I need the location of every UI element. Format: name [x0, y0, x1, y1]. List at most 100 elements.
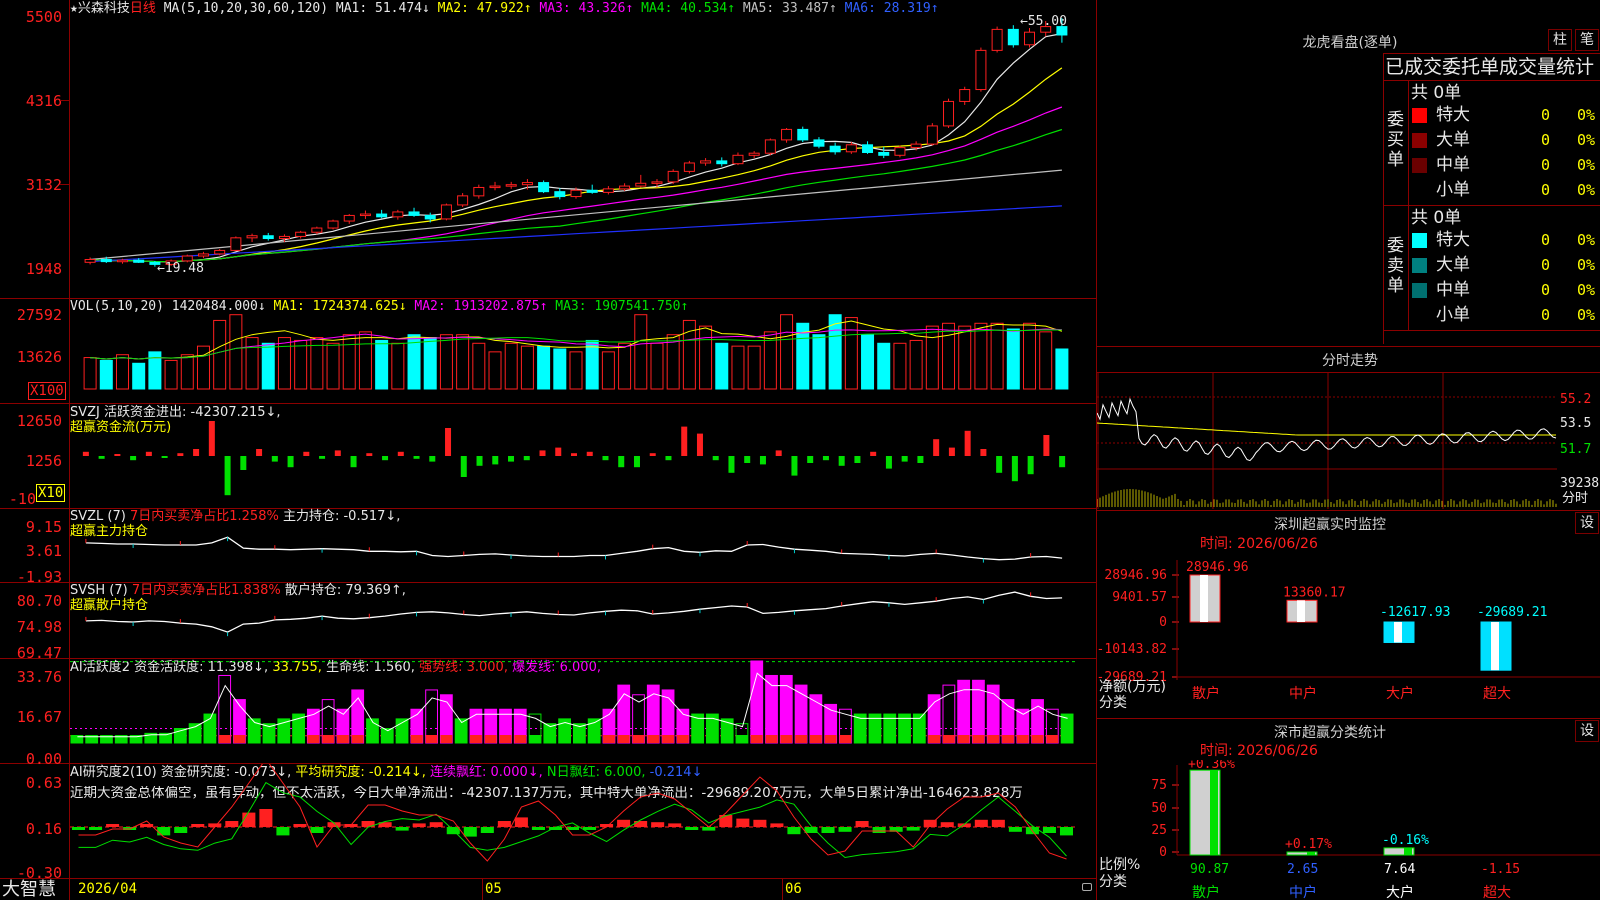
- classify-category-label: 中户: [1289, 884, 1317, 900]
- candle-body: [764, 139, 776, 154]
- money-flow-bar: [256, 449, 263, 456]
- money-flow-bar: [98, 456, 105, 459]
- research-bar: [395, 827, 409, 831]
- monitor-unit-label: 净额(万元): [1099, 679, 1166, 695]
- money-flow-bar: [145, 451, 152, 456]
- activity-base: [366, 735, 379, 743]
- intraday-title: 分时走势: [1322, 353, 1378, 369]
- activity-base: [780, 735, 793, 743]
- candle-body: [570, 189, 582, 198]
- money-flow-bar: [712, 456, 719, 461]
- money-flow-bar: [161, 456, 168, 458]
- candle-body: [538, 182, 550, 193]
- price-chart[interactable]: [70, 0, 1096, 298]
- money-flow-bar: [933, 439, 940, 456]
- research-bar: [634, 821, 648, 827]
- price-tick-3: 3132: [25, 176, 62, 194]
- low-marker-value: 19.48: [164, 261, 204, 276]
- activity-base: [455, 735, 468, 743]
- tick-view-button[interactable]: 笔: [1575, 29, 1599, 51]
- research-bar: [668, 823, 682, 827]
- candle-body: [84, 259, 96, 263]
- low-marker: ←19.48: [157, 261, 204, 276]
- svzj-chart[interactable]: [70, 404, 1096, 508]
- volume-bar: [958, 325, 972, 390]
- classify-y-tick: 75: [1151, 778, 1167, 793]
- ai1-tick-3: 0.00: [25, 750, 62, 768]
- research-bar: [770, 823, 784, 827]
- volume-bar: [1055, 348, 1069, 390]
- research-bar: [872, 827, 886, 833]
- money-flow-bar: [334, 450, 341, 456]
- candle-body: [619, 185, 631, 190]
- intraday-chart[interactable]: [1097, 373, 1557, 509]
- vol-unit-badge: X100: [28, 382, 66, 400]
- ai1-tick-2: 16.67: [16, 708, 62, 726]
- money-flow-bar: [948, 447, 955, 456]
- money-flow-bar: [602, 456, 609, 461]
- research-bar: [974, 819, 988, 827]
- classify-bar-accent: [1404, 847, 1412, 855]
- money-flow-bar: [271, 456, 278, 462]
- candle-body: [700, 160, 712, 164]
- lock-icon[interactable]: [1082, 883, 1092, 891]
- candle-body: [959, 89, 971, 102]
- money-flow-bar: [224, 456, 231, 496]
- ai1-chart[interactable]: [70, 659, 1096, 763]
- money-flow-bar: [382, 456, 389, 461]
- activity-base: [824, 735, 837, 743]
- monitor-value-label: -12617.93: [1380, 605, 1450, 620]
- price-tick-2: 4316: [25, 92, 62, 110]
- candle-body: [797, 128, 809, 141]
- order-color-swatch: [1412, 158, 1427, 173]
- order-count: 0: [1541, 281, 1551, 299]
- money-flow-bar: [791, 456, 798, 476]
- activity-base: [396, 735, 408, 743]
- order-stats-header: 已成交委托单成交量统计: [1385, 56, 1595, 78]
- bar-view-button[interactable]: 柱: [1548, 29, 1572, 51]
- monitor-category-label: 散户: [1192, 685, 1220, 702]
- price-tick-1: 5500: [25, 8, 62, 26]
- activity-base: [263, 735, 275, 743]
- month-divider-may: [482, 878, 483, 900]
- classify-category-label: 超大: [1483, 885, 1511, 900]
- order-stats-h2: [1383, 205, 1600, 206]
- monitor-y-tick: 9401.57: [1112, 590, 1167, 605]
- activity-base: [233, 735, 246, 743]
- volume-bar: [375, 339, 389, 390]
- volume-bar: [601, 351, 615, 390]
- order-percent: 0%: [1577, 181, 1596, 199]
- activity-base: [573, 735, 586, 743]
- svsh-chart[interactable]: [70, 583, 1096, 658]
- volume-bar: [358, 331, 372, 390]
- classify-category-label: 散户: [1192, 884, 1220, 900]
- order-percent: 0%: [1577, 231, 1596, 249]
- volume-bar: [650, 342, 664, 390]
- money-flow-bar: [744, 456, 751, 463]
- classify-chart[interactable]: 75 50 25 0 90.87 散户 +0.36% 2.65 中户 +0.17% 7.64 大户 -0…: [1097, 760, 1600, 900]
- ai1-tick-1: 33.76: [16, 668, 62, 686]
- ai2-chart[interactable]: [70, 764, 1096, 878]
- volume-bar: [780, 314, 794, 390]
- volume-bar: [634, 314, 648, 390]
- svzl-chart[interactable]: [70, 509, 1096, 582]
- volume-chart[interactable]: [70, 299, 1096, 403]
- monitor-chart[interactable]: 28946.96 9401.57 0 -10143.82 -29689.21 28946.…: [1097, 555, 1600, 715]
- money-flow-bar: [114, 454, 121, 456]
- volume-bar: [1023, 322, 1037, 390]
- candle-body: [829, 145, 841, 153]
- order-percent: 0%: [1577, 131, 1596, 149]
- monitor-settings-button[interactable]: 设: [1575, 512, 1599, 534]
- date-tick-jun: 06: [785, 881, 802, 897]
- classify-settings-button[interactable]: 设: [1575, 720, 1599, 742]
- candle-body: [910, 143, 922, 149]
- volume-bar: [261, 342, 275, 390]
- svzj-tick-3: -10: [8, 490, 36, 508]
- activity-base: [706, 735, 719, 743]
- volume-bar: [747, 345, 761, 390]
- activity-base: [662, 735, 674, 743]
- volume-bar: [180, 354, 194, 390]
- activity-base: [588, 735, 601, 743]
- candle-body: [748, 152, 760, 156]
- volume-bar: [488, 351, 502, 390]
